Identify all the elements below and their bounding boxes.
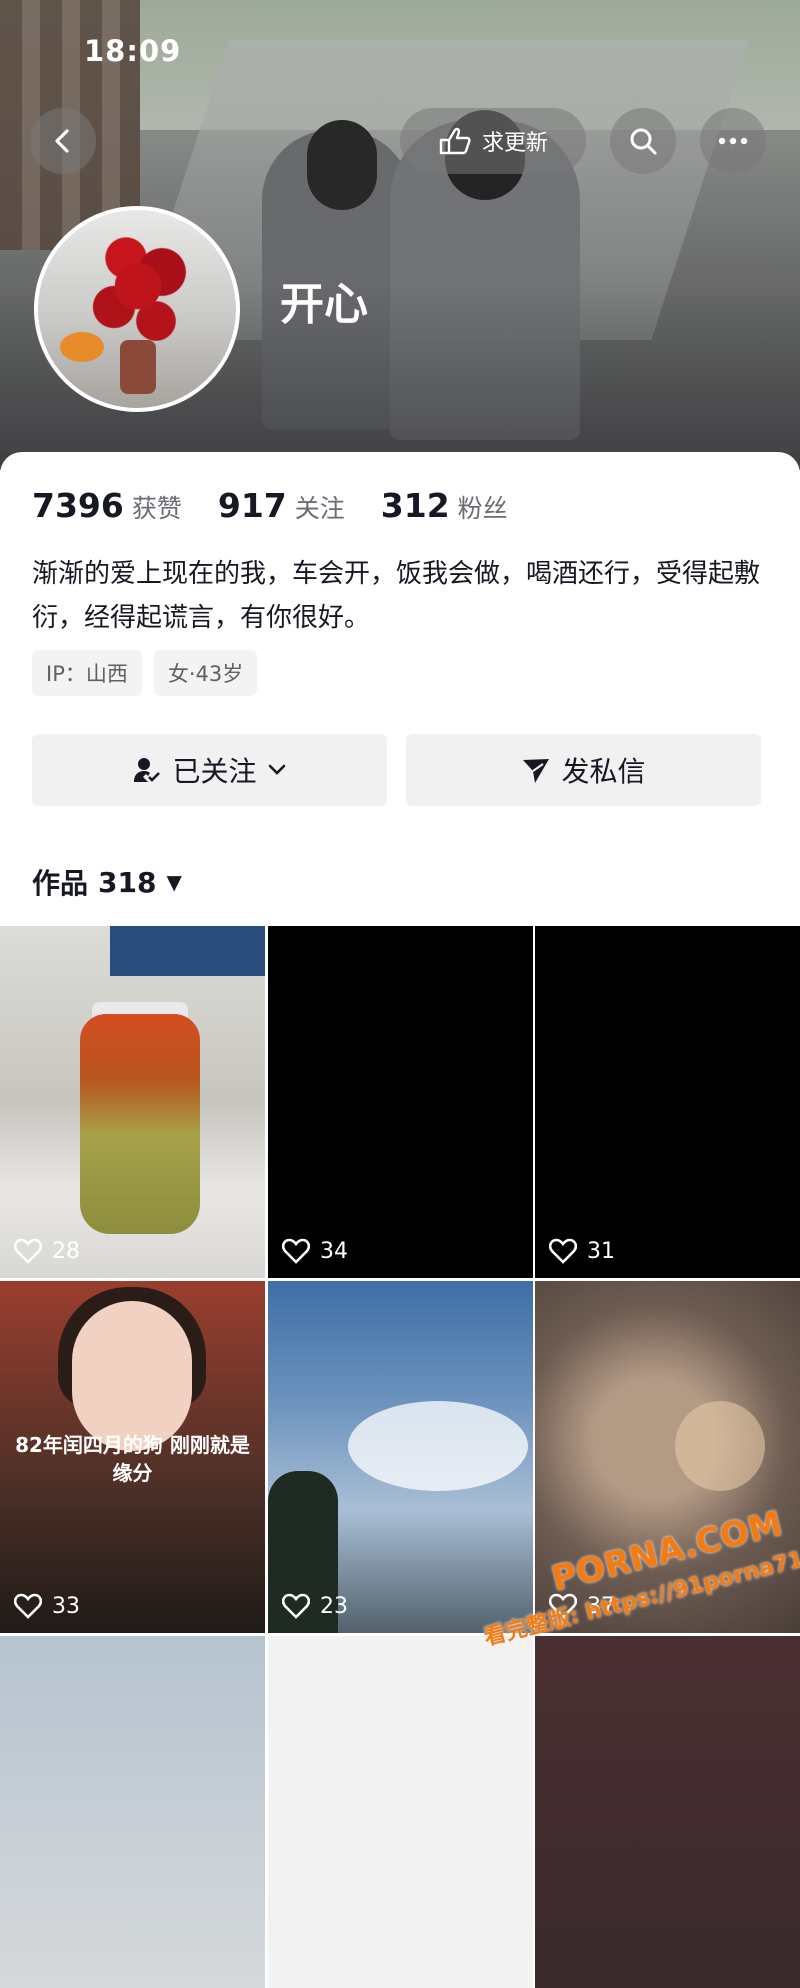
stat-value: 7396 xyxy=(32,486,124,525)
send-message-label: 发私信 xyxy=(561,755,646,788)
chevron-down-icon xyxy=(268,764,285,775)
profile-tags: IP：山西 女·43岁 xyxy=(32,650,258,696)
heart-icon xyxy=(14,1238,42,1264)
stat-following[interactable]: 917 关注 xyxy=(218,486,345,525)
hand-point-icon xyxy=(439,127,471,155)
request-update-label: 求更新 xyxy=(481,131,548,156)
search-button[interactable] xyxy=(610,108,676,174)
avatar[interactable] xyxy=(34,206,240,412)
heart-icon xyxy=(14,1593,42,1619)
search-icon xyxy=(630,128,657,155)
user-check-icon xyxy=(134,758,161,782)
ip-tag: IP：山西 xyxy=(32,650,142,696)
stat-followers[interactable]: 312 粉丝 xyxy=(381,486,508,525)
more-button[interactable] xyxy=(700,108,766,174)
heart-icon xyxy=(282,1238,310,1264)
status-time: 18:09 xyxy=(84,34,182,68)
like-count: 28 xyxy=(14,1238,80,1264)
request-update-button[interactable]: 求更新 xyxy=(400,108,586,174)
like-count: 23 xyxy=(282,1593,348,1619)
stat-value: 312 xyxy=(380,486,450,525)
like-count: 31 xyxy=(549,1238,615,1264)
video-tile[interactable] xyxy=(268,1636,533,1988)
works-label: 作品 xyxy=(32,867,89,900)
like-count: 33 xyxy=(14,1593,80,1619)
video-tile[interactable]: 28 xyxy=(0,926,265,1278)
heart-icon xyxy=(282,1593,310,1619)
gender-age-tag: 女·43岁 xyxy=(153,650,258,696)
stat-label: 获赞 xyxy=(131,494,182,523)
back-arrow-icon xyxy=(55,129,69,153)
followed-label: 已关注 xyxy=(172,755,257,788)
stats-row: 7396 获赞 917 关注 312 粉丝 xyxy=(32,486,544,525)
followed-button[interactable]: 已关注 xyxy=(32,734,387,806)
back-button[interactable] xyxy=(30,108,96,174)
send-icon xyxy=(523,759,550,783)
video-tile[interactable]: 31 xyxy=(535,926,800,1278)
stat-value: 917 xyxy=(217,486,287,525)
works-tab[interactable]: 作品 318 ▼ xyxy=(32,862,182,902)
stat-label: 粉丝 xyxy=(457,494,508,523)
caret-down-icon: ▼ xyxy=(166,870,182,894)
send-message-button[interactable]: 发私信 xyxy=(406,734,761,806)
works-count: 318 xyxy=(98,865,157,899)
stat-label: 关注 xyxy=(294,494,345,523)
heart-icon xyxy=(549,1238,577,1264)
stat-likes[interactable]: 7396 获赞 xyxy=(32,486,182,525)
bio-text: 渐渐的爱上现在的我，车会开，饭我会做，喝酒还行，受得起敷衍，经得起谎言，有你很好… xyxy=(32,559,761,633)
more-icon xyxy=(718,137,748,145)
video-caption: 82年闰四月的狗 刚刚就是缘分 xyxy=(15,1433,250,1485)
video-tile[interactable]: 82年闰四月的狗 刚刚就是缘分 33 xyxy=(0,1281,265,1633)
like-count: 34 xyxy=(282,1238,348,1264)
video-tile[interactable] xyxy=(0,1636,265,1988)
video-tile[interactable]: 34 xyxy=(268,926,533,1278)
nickname: 开心 xyxy=(280,279,368,330)
